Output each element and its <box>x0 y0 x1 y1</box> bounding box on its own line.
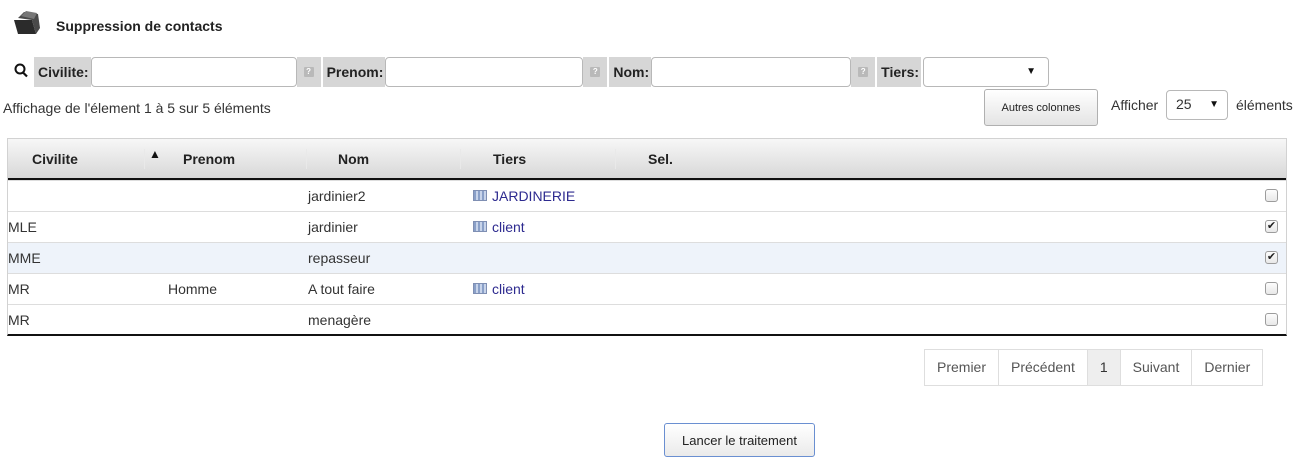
prenom-clear-icon[interactable]: ? <box>583 57 608 87</box>
current-page-button[interactable]: 1 <box>1086 349 1121 386</box>
nom-filter-input[interactable] <box>651 57 852 87</box>
tiers-link-label: client <box>492 281 525 297</box>
page-size-value: 25 <box>1176 96 1192 112</box>
row-select-checkbox[interactable]: ✔ <box>1265 251 1278 264</box>
tiers-link[interactable]: JARDINERIE <box>473 188 575 204</box>
cell-civilite: MLE <box>8 219 37 235</box>
column-header-sel[interactable]: Sel. <box>648 151 673 167</box>
column-header-nom[interactable]: Nom <box>338 151 369 167</box>
caret-down-icon: ▼ <box>1209 99 1219 110</box>
column-divider <box>615 149 616 169</box>
civilite-clear-icon[interactable]: ? <box>296 57 321 87</box>
other-columns-button[interactable]: Autres colonnes <box>984 89 1098 126</box>
cell-nom: jardinier2 <box>308 188 366 204</box>
column-header-tiers[interactable]: Tiers <box>493 151 526 167</box>
row-select-checkbox[interactable] <box>1265 313 1278 326</box>
row-select-checkbox[interactable] <box>1265 282 1278 295</box>
tiers-link[interactable]: client <box>473 219 525 235</box>
cell-nom: repasseur <box>308 250 371 266</box>
cell-civilite: MR <box>8 312 30 328</box>
prenom-filter-input[interactable] <box>385 57 584 87</box>
civilite-filter-input[interactable] <box>90 57 297 87</box>
page-size-label: Afficher <box>1111 97 1159 113</box>
row-select-checkbox[interactable]: ✔ <box>1265 220 1278 233</box>
table-header: Civilite ▲ Prenom Nom Tiers Sel. <box>8 139 1286 180</box>
tiers-filter-label: Tiers: <box>877 57 922 87</box>
nom-clear-icon[interactable]: ? <box>851 57 876 87</box>
table-info: Affichage de l'élement 1 à 5 sur 5 éléme… <box>3 100 271 116</box>
column-divider <box>306 149 307 169</box>
caret-down-icon: ▼ <box>1026 66 1037 77</box>
tiers-filter-select[interactable]: ▼ <box>923 57 1050 87</box>
page-size-suffix: éléments <box>1236 97 1293 113</box>
previous-page-button[interactable]: Précédent <box>998 349 1088 386</box>
prenom-filter-label: Prenom: <box>322 57 386 87</box>
cell-nom: menagère <box>308 312 372 328</box>
cell-civilite: MME <box>8 250 41 266</box>
company-icon <box>473 283 487 294</box>
column-header-prenom[interactable]: Prenom <box>183 151 235 167</box>
filter-bar: Civilite: ? Prenom: ? Nom: ? Tiers: ▼ <box>12 56 1050 88</box>
table-row[interactable]: MR Homme A tout faire client <box>8 273 1286 304</box>
tiers-link[interactable]: client <box>473 281 525 297</box>
company-icon <box>473 221 487 232</box>
company-icon <box>473 190 487 201</box>
tiers-link-label: client <box>492 219 525 235</box>
table-row[interactable]: jardinier2 JARDINERIE <box>8 180 1286 211</box>
cell-nom: A tout faire <box>308 281 375 297</box>
table-row[interactable]: MME repasseur ✔ <box>8 242 1286 273</box>
tiers-link-label: JARDINERIE <box>492 188 576 204</box>
civilite-filter-label: Civilite: <box>34 57 91 87</box>
page-title: Suppression de contacts <box>56 18 223 34</box>
next-page-button[interactable]: Suivant <box>1119 349 1193 386</box>
run-process-button[interactable]: Lancer le traitement <box>664 423 815 457</box>
folder-icon <box>12 10 42 36</box>
search-icon <box>12 62 34 82</box>
page-size-select[interactable]: 25 ▼ <box>1166 90 1228 120</box>
row-select-checkbox[interactable] <box>1265 189 1278 202</box>
pagination: Premier Précédent 1 Suivant Dernier <box>924 349 1264 386</box>
table-row[interactable]: MR menagère <box>8 304 1286 335</box>
cell-civilite: MR <box>8 281 30 297</box>
cell-prenom: Homme <box>168 281 218 297</box>
column-divider <box>460 149 461 169</box>
cell-nom: jardinier <box>308 219 358 235</box>
last-page-button[interactable]: Dernier <box>1191 349 1264 386</box>
first-page-button[interactable]: Premier <box>924 349 1000 386</box>
column-divider <box>144 149 145 169</box>
column-header-civilite[interactable]: Civilite <box>32 151 78 167</box>
nom-filter-label: Nom: <box>609 57 652 87</box>
contacts-table: Civilite ▲ Prenom Nom Tiers Sel. jardini… <box>7 138 1287 336</box>
sort-asc-icon: ▲ <box>149 147 161 161</box>
table-row[interactable]: MLE jardinier client ✔ <box>8 211 1286 242</box>
